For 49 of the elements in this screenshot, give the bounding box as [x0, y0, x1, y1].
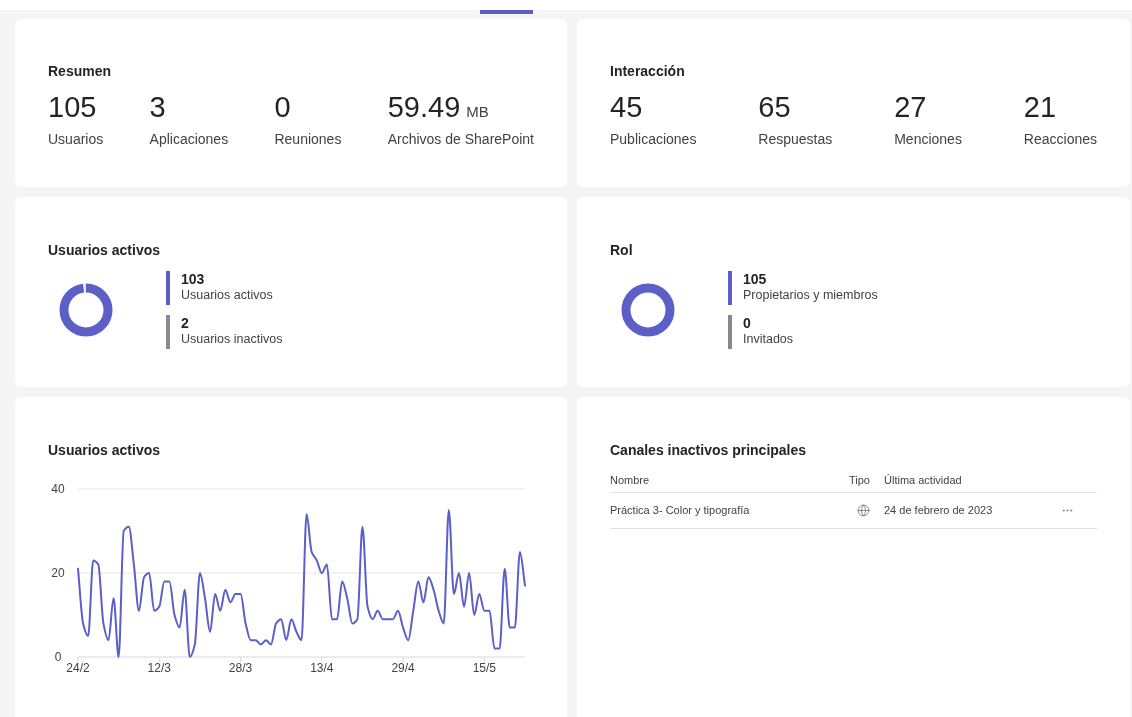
card-title: Resumen [48, 62, 113, 81]
stat-label: Aplicaciones [149, 130, 229, 149]
card-title: Usuarios activos [48, 441, 162, 460]
stat-value: 27 [894, 90, 927, 125]
column-header: Tipo [848, 473, 871, 489]
stat-value: 3 [149, 90, 166, 125]
stat-value: 59.49 [387, 90, 461, 125]
globe-icon [857, 504, 870, 517]
legend-label: Usuarios inactivos [181, 331, 283, 348]
stat-label: Archivos de SharePoint [387, 130, 534, 149]
card-title: Usuarios activos [48, 241, 162, 260]
legend-value: 103 [181, 271, 206, 287]
legend-label: Propietarios y miembros [743, 287, 878, 304]
stat-unit: MB [466, 102, 489, 122]
stat-label: Menciones [894, 130, 962, 149]
x-tick-label: 28/3 [228, 661, 253, 675]
x-tick-label: 29/4 [391, 661, 415, 675]
stat-label: Usuarios [48, 130, 104, 149]
legend-value: 2 [181, 315, 190, 331]
donut-chart [620, 282, 676, 338]
x-tick-label: 12/3 [147, 661, 171, 675]
y-tick-label: 20 [51, 566, 65, 580]
donut-chart [58, 282, 114, 338]
card-title: Rol [610, 241, 634, 260]
stat-value: 45 [610, 90, 643, 125]
stat-value: 21 [1023, 90, 1057, 125]
column-header: Nombre [610, 473, 651, 489]
stat-label: Reacciones [1023, 130, 1097, 149]
x-tick-label: 24/2 [66, 661, 90, 675]
stat-label: Respuestas [758, 130, 833, 149]
legend-label: Usuarios activos [181, 287, 273, 304]
stat-label: Reuniones [274, 130, 342, 149]
stat-value: 0 [274, 90, 291, 125]
card-title: Canales inactivos principales [610, 441, 808, 460]
card-title: Interacción [610, 62, 686, 81]
table-cell-text: Práctica 3- Color y tipografía [610, 503, 751, 519]
legend-label: Invitados [743, 331, 794, 348]
y-tick-label: 40 [51, 482, 65, 496]
x-tick-label: 15/5 [472, 661, 497, 675]
table-cell-text: 24 de febrero de 2023 [883, 503, 994, 519]
stat-label: Publicaciones [610, 130, 697, 149]
tab-indicator [480, 10, 533, 14]
stat-value: 105 [48, 90, 97, 125]
x-tick-label: 13/4 [310, 661, 334, 675]
legend-value: 105 [743, 271, 768, 287]
y-tick-label: 0 [54, 650, 62, 664]
legend-value: 0 [743, 315, 752, 331]
column-header: Última actividad [883, 473, 963, 489]
stat-value: 65 [758, 90, 791, 125]
